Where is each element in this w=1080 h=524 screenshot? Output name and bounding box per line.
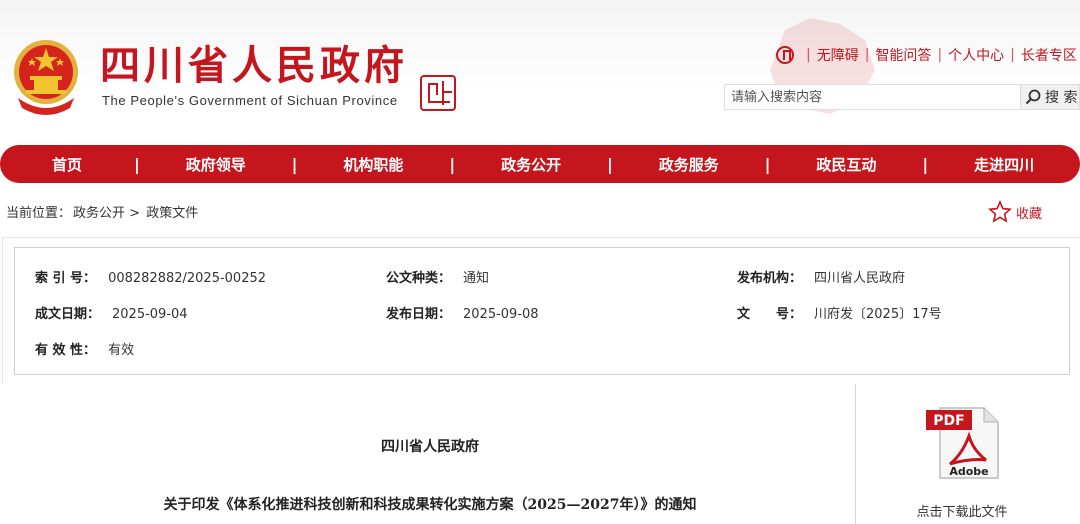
breadcrumb-item-affairs[interactable]: 政务公开 (73, 206, 125, 221)
info-index: 索 引 号： 008282882/2025-00252 (35, 271, 267, 286)
nav-public-interaction[interactable]: 政民互动 (771, 154, 923, 175)
document-issuer: 四川省人民政府 (381, 439, 479, 455)
nav-institutions[interactable]: 机构职能 (297, 154, 449, 175)
search-button-label: 搜 索 (1045, 90, 1078, 106)
link-accessibility[interactable]: 无障碍 (817, 45, 859, 65)
site-title: 四川省人民政府 (100, 43, 408, 89)
seal-logo-icon (420, 75, 456, 111)
site-subtitle: The People's Government of Sichuan Provi… (102, 93, 398, 108)
breadcrumb-separator: > (129, 206, 141, 221)
pdf-download-icon[interactable]: PDF Adobe (926, 404, 1000, 480)
nav-government-affairs[interactable]: 政务公开 (455, 154, 607, 175)
nav-government-leaders[interactable]: 政府领导 (140, 154, 292, 175)
nav-about-sichuan[interactable]: 走进四川 (928, 154, 1080, 175)
adobe-label: Adobe (949, 465, 988, 478)
nav-home[interactable]: 首页 (0, 154, 134, 175)
info-published-date: 发布日期： 2025-09-08 (386, 307, 539, 322)
nav-government-services[interactable]: 政务服务 (613, 154, 765, 175)
link-elderly-zone[interactable]: 长者专区 (1021, 45, 1077, 65)
link-smart-qa[interactable]: 智能问答 (875, 45, 931, 65)
info-doc-type: 公文种类： 通知 (386, 271, 490, 286)
breadcrumb-item-policy[interactable]: 政策文件 (146, 206, 198, 221)
info-issuer: 发布机构： 四川省人民政府 (737, 271, 906, 286)
breadcrumb-prefix: 当前位置： (6, 206, 72, 221)
star-icon (988, 200, 1012, 223)
info-doc-number: 文 号： 川府发〔2025〕17号 (737, 307, 942, 322)
search-icon (1025, 89, 1041, 105)
link-personal-center[interactable]: 个人中心 (948, 45, 1004, 65)
info-written-date: 成文日期： 2025-09-04 (35, 307, 188, 322)
document-title: 关于印发《体系化推进科技创新和科技成果转化实施方案（2025—2027年）》的通… (163, 497, 697, 513)
national-emblem-icon (14, 40, 78, 115)
pdf-label: PDF (933, 413, 964, 429)
weibo-p-icon[interactable] (776, 46, 794, 64)
favorite-label: 收藏 (1016, 206, 1043, 222)
search-button[interactable]: 搜 索 (1021, 84, 1080, 110)
breadcrumb: 当前位置： 政务公开 > 政策文件 (6, 202, 198, 221)
search-input[interactable] (724, 84, 1021, 110)
top-links: | 无障碍 | 智能问答 | 个人中心 | 长者专区 (776, 44, 1077, 66)
favorite-button[interactable]: 收藏 (988, 200, 1042, 224)
site-header: 四川省人民政府 The People's Government of Sichu… (0, 0, 1080, 145)
info-validity: 有 效 性： 有效 (35, 343, 135, 358)
search-bar: 搜 索 (724, 84, 1080, 110)
download-link[interactable]: 点击下载此文件 (860, 501, 1064, 520)
main-nav: 首页 | 政府领导 | 机构职能 | 政务公开 | 政务服务 | 政民互动 | … (0, 145, 1080, 183)
